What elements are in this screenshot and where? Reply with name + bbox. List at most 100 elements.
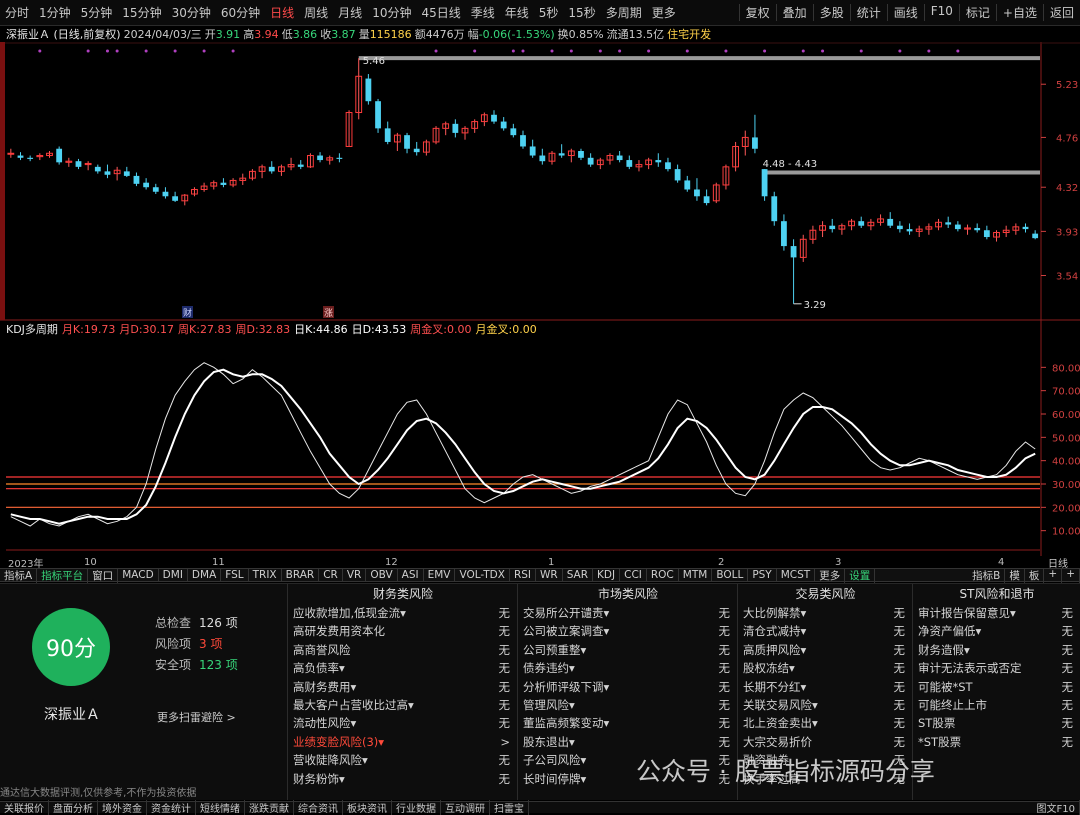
indicator-tab-4[interactable]: DMI [159, 569, 188, 581]
period-tab-2[interactable]: 5分钟 [76, 4, 118, 21]
period-tab-1[interactable]: 1分钟 [34, 4, 76, 21]
risk-row[interactable]: 营收陡降风险▾ 无 [288, 751, 518, 769]
risk-row[interactable]: 债券违约▾ 无 [518, 659, 738, 677]
toolbar-button-3[interactable]: 统计 [849, 4, 887, 21]
chart-canvas[interactable]: 5.23 4.76 4.32 3.93 3.54 5.46 4.48 - 4.43 3.29 财… [0, 42, 1080, 556]
indicator-tab-14[interactable]: VOL-TDX [455, 569, 510, 581]
period-tab-4[interactable]: 30分钟 [167, 4, 216, 21]
risk-row[interactable]: 公司预重整▾ 无 [518, 641, 738, 659]
risk-row[interactable]: 董监高频繁变动▾ 无 [518, 714, 738, 732]
period-tab-3[interactable]: 15分钟 [117, 4, 166, 21]
risk-row[interactable]: 高负债率▾ 无 [288, 659, 518, 677]
indicator-tab-11[interactable]: OBV [366, 569, 398, 581]
risk-row[interactable]: 股权冻结▾ 无 [738, 659, 913, 677]
risk-row[interactable]: 北上资金卖出▾ 无 [738, 714, 913, 732]
indicator-tab-22[interactable]: BOLL [712, 569, 749, 581]
risk-row-status: 无 [893, 624, 906, 639]
risk-row[interactable]: 长期不分红▾ 无 [738, 678, 913, 696]
indicator-tab-24[interactable]: MCST [777, 569, 816, 581]
toolbar-button-0[interactable]: 复权 [738, 4, 776, 21]
risk-row[interactable]: ST股票 无 [913, 714, 1080, 732]
period-tab-8[interactable]: 月线 [333, 4, 367, 21]
indicator-tab-5[interactable]: DMA [188, 569, 222, 581]
risk-row[interactable] [913, 751, 1080, 769]
indicator-right-1[interactable]: 模 [1005, 567, 1025, 583]
indicator-tab-25[interactable]: 更多 [815, 567, 846, 583]
risk-row[interactable]: 可能终止上市 无 [913, 696, 1080, 714]
risk-row[interactable]: 高财务费用▾ 无 [288, 678, 518, 696]
indicator-right-4[interactable]: + [1062, 567, 1080, 583]
more-scan-link[interactable]: 更多扫雷避险 > [157, 709, 236, 725]
risk-row[interactable]: 高研发费用资本化 无 [288, 622, 518, 640]
period-tab-13[interactable]: 5秒 [534, 4, 564, 21]
risk-row[interactable]: 审计无法表示或否定 无 [913, 659, 1080, 677]
indicator-tab-26[interactable]: 设置 [845, 567, 876, 583]
indicator-right-0[interactable]: 指标B [968, 567, 1006, 583]
indicator-tab-18[interactable]: KDJ [593, 569, 621, 581]
indicator-tab-10[interactable]: VR [343, 569, 367, 581]
period-tab-5[interactable]: 60分钟 [216, 4, 265, 21]
period-tab-16[interactable]: 更多 [647, 4, 681, 21]
risk-row[interactable]: 分析师评级下调▾ 无 [518, 678, 738, 696]
indicator-tab-8[interactable]: BRAR [282, 569, 320, 581]
risk-row[interactable]: 净资产偏低▾ 无 [913, 622, 1080, 640]
toolbar-button-8[interactable]: 返回 [1042, 4, 1080, 21]
indicator-right-2[interactable]: 板 [1025, 567, 1045, 583]
risk-row[interactable]: *ST股票 无 [913, 733, 1080, 751]
risk-row[interactable]: 股东退出▾ 无 [518, 733, 738, 751]
toolbar-button-2[interactable]: 多股 [812, 4, 850, 21]
risk-row[interactable]: 高商誉风险 无 [288, 641, 518, 659]
indicator-tab-21[interactable]: MTM [679, 569, 713, 581]
risk-row[interactable]: 公司被立案调查▾ 无 [518, 622, 738, 640]
period-tab-6[interactable]: 日线 [265, 4, 299, 21]
period-tab-0[interactable]: 分时 [0, 4, 34, 21]
concept-tag[interactable]: 住宅开发 [667, 26, 711, 42]
toolbar-button-1[interactable]: 叠加 [775, 4, 813, 21]
period-tab-14[interactable]: 15秒 [563, 4, 600, 21]
indicator-tab-23[interactable]: PSY [748, 569, 777, 581]
candle-body [539, 155, 546, 162]
risk-row[interactable]: 大比例解禁▾ 无 [738, 604, 913, 622]
risk-row[interactable]: 审计报告保留意见▾ 无 [913, 604, 1080, 622]
indicator-tab-9[interactable]: CR [319, 569, 343, 581]
risk-row[interactable]: 财务粉饰▾ 无 [288, 770, 518, 788]
risk-row[interactable]: 清仓式减持▾ 无 [738, 622, 913, 640]
risk-row[interactable]: 财务造假▾ 无 [913, 641, 1080, 659]
risk-row[interactable]: 最大客户占营收比过高▾ 无 [288, 696, 518, 714]
risk-row[interactable]: 流动性风险▾ 无 [288, 714, 518, 732]
toolbar-button-7[interactable]: +自选 [995, 4, 1043, 21]
indicator-tab-15[interactable]: RSI [510, 569, 536, 581]
indicator-tab-16[interactable]: WR [536, 569, 563, 581]
indicator-tab-7[interactable]: TRIX [249, 569, 282, 581]
risk-row[interactable]: 可能被*ST 无 [913, 678, 1080, 696]
period-tab-15[interactable]: 多周期 [601, 4, 647, 21]
indicator-right-3[interactable]: + [1044, 567, 1063, 583]
indicator-tab-20[interactable]: ROC [647, 569, 679, 581]
risk-row[interactable]: 大宗交易折价 无 [738, 733, 913, 751]
toolbar-button-6[interactable]: 标记 [958, 4, 996, 21]
indicator-tab-0[interactable]: 指标A [0, 567, 38, 583]
period-tab-11[interactable]: 季线 [466, 4, 500, 21]
signal-dot [231, 49, 235, 53]
risk-row[interactable]: 业绩变脸风险(3)▾ > [288, 733, 518, 751]
risk-row[interactable]: 交易所公开谴责▾ 无 [518, 604, 738, 622]
period-tab-7[interactable]: 周线 [299, 4, 333, 21]
indicator-tab-13[interactable]: EMV [424, 569, 456, 581]
toolbar-button-5[interactable]: F10 [923, 4, 959, 21]
toolbar-button-4[interactable]: 画线 [886, 4, 924, 21]
indicator-tab-17[interactable]: SAR [563, 569, 594, 581]
period-tab-10[interactable]: 45日线 [416, 4, 465, 21]
indicator-tab-1[interactable]: 指标平台 [37, 567, 89, 583]
risk-row[interactable] [913, 770, 1080, 788]
indicator-tab-19[interactable]: CCI [620, 569, 647, 581]
risk-row[interactable]: 应收款增加,低现金流▾ 无 [288, 604, 518, 622]
risk-row[interactable]: 管理风险▾ 无 [518, 696, 738, 714]
period-tab-9[interactable]: 10分钟 [367, 4, 416, 21]
risk-row[interactable]: 高质押风险▾ 无 [738, 641, 913, 659]
risk-row[interactable]: 关联交易风险▾ 无 [738, 696, 913, 714]
indicator-tab-6[interactable]: FSL [221, 569, 249, 581]
period-tab-12[interactable]: 年线 [500, 4, 534, 21]
indicator-tab-3[interactable]: MACD [118, 569, 159, 581]
indicator-tab-2[interactable]: 窗口 [88, 567, 119, 583]
indicator-tab-12[interactable]: ASI [398, 569, 424, 581]
